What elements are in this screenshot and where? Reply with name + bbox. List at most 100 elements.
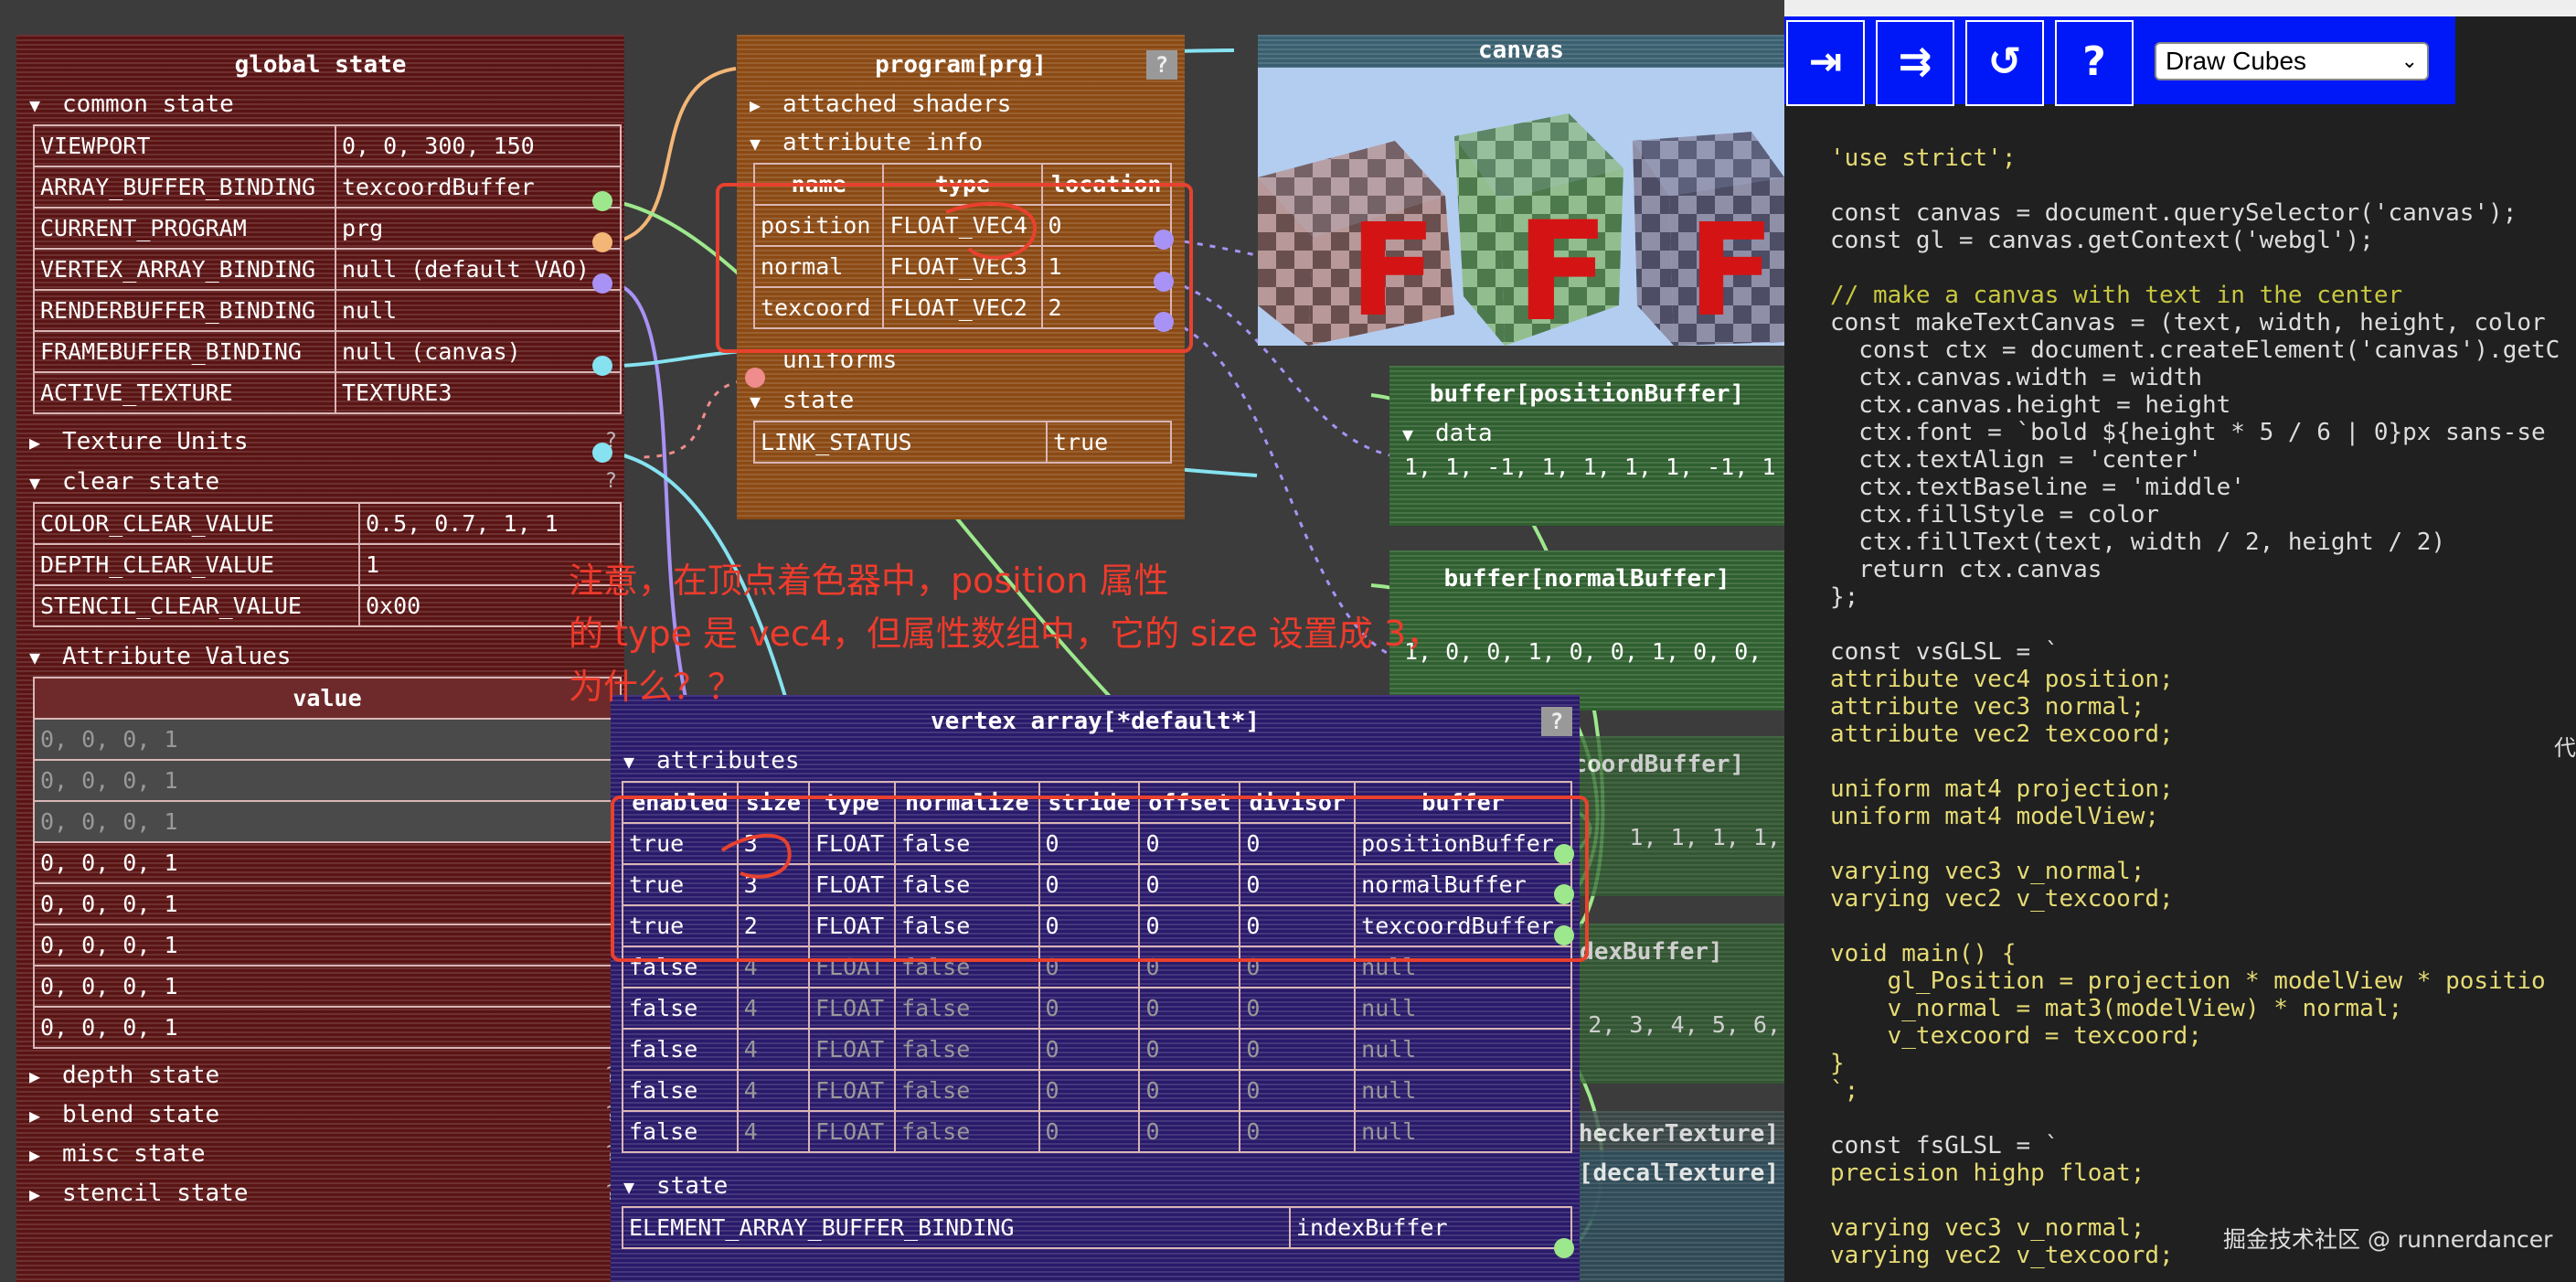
code-line: gl_Position = projection * modelView * p…: [1830, 967, 2546, 995]
state-name: STENCIL_CLEAR_VALUE: [33, 584, 360, 627]
help-icon[interactable]: ?: [1541, 707, 1572, 736]
code-line: ctx.textAlign = 'center': [1830, 446, 2202, 474]
table-row: 0, 0, 0, 1: [33, 882, 622, 925]
connector-dot[interactable]: [592, 273, 612, 294]
watermark: 掘金技术社区 @ runnerdancer: [2223, 1226, 2553, 1253]
collapsed-section[interactable]: ▶misc state?: [16, 1135, 624, 1174]
collapsed-section[interactable]: ▶blend state?: [16, 1095, 624, 1135]
code-line: const makeTextCanvas = (text, width, hei…: [1830, 309, 2546, 337]
code-line: // make a canvas with text in the center: [1830, 282, 2403, 309]
table-row: false 4 FLOAT false 0 0 0 null: [622, 1028, 1572, 1071]
attribute-value: 0, 0, 0, 1: [33, 718, 622, 761]
connector-dot[interactable]: [592, 191, 612, 211]
demo-select[interactable]: Draw Cubes ⌄: [2155, 42, 2429, 80]
clear-state-table: COLOR_CLEAR_VALUE 0.5, 0.7, 1, 1 DEPTH_CLE…: [33, 502, 622, 627]
table-row: false 4 FLOAT false 0 0 0 null: [622, 1069, 1572, 1112]
help-icon[interactable]: ?: [1146, 50, 1177, 80]
state-name: LINK_STATUS: [753, 421, 1048, 464]
attribute-values-header[interactable]: ▼ Attribute Values: [16, 636, 624, 677]
program-state-header[interactable]: ▼ state: [737, 380, 1185, 421]
annotation-line-3: 为什么？？: [569, 667, 743, 707]
vertex-array-state-header[interactable]: ▼ state: [611, 1166, 1580, 1206]
code-panel: ⇥ ⇉ ↺? Draw Cubes ⌄ 'use strict'; const can…: [1784, 0, 2576, 1282]
code-line: uniform mat4 projection;: [1830, 775, 2174, 803]
connector-dot[interactable]: [592, 356, 612, 376]
table-row: 0, 0, 0, 1: [33, 841, 622, 884]
chevron-down-icon: ⌄: [2400, 49, 2418, 72]
chevron-right-icon: ▶: [29, 1144, 41, 1166]
step-into-button[interactable]: ⇥: [1786, 20, 1865, 106]
common-state-table: VIEWPORT 0, 0, 300, 150 ARRAY_BUFFER_BINDI…: [33, 124, 622, 414]
state-value: true: [1046, 421, 1172, 464]
connector-dot[interactable]: [592, 443, 612, 463]
clear-state-header[interactable]: ▼ clear state?: [16, 462, 624, 502]
code-line: return ctx.canvas: [1830, 556, 2102, 583]
attributes-header[interactable]: ▼ attributes: [611, 741, 1580, 781]
connector-dot[interactable]: [1554, 1238, 1574, 1258]
annotation-line-2: 的 type 是 vec4，但属性数组中，它的 size 设置成 3，: [569, 614, 1442, 654]
table-row: 0, 0, 0, 1: [33, 800, 622, 843]
code-editor[interactable]: 'use strict'; const canvas = document.que…: [1830, 144, 2576, 1278]
buffer-data-header[interactable]: ▼ data: [1389, 413, 1784, 454]
chevron-down-icon: ▼: [1402, 423, 1414, 445]
state-value: null (canvas): [335, 330, 622, 373]
top-light-strip: [1784, 0, 2576, 16]
cell-enabled: false: [622, 1028, 739, 1071]
attribute-value: 0, 0, 0, 1: [33, 1006, 622, 1049]
refresh-button[interactable]: ↺: [1965, 20, 2044, 106]
buffer-position-data: 1, 1, -1, 1, 1, 1, 1, -1, 1: [1404, 454, 1776, 480]
double-arrow-button[interactable]: ⇉: [1876, 20, 1954, 106]
buffer-position-title[interactable]: buffer[positionBuffer]: [1389, 377, 1784, 413]
code-line: `;: [1830, 1077, 1859, 1105]
connector-dot[interactable]: [745, 368, 765, 388]
texture-units-header[interactable]: ▶ Texture Units?: [16, 422, 624, 462]
code-line: ctx.textBaseline = 'middle': [1830, 474, 2245, 501]
state-value: texcoordBuffer: [335, 166, 622, 208]
collapsed-section[interactable]: ▶stencil state?: [16, 1174, 624, 1213]
chevron-right-icon: ▶: [29, 1105, 41, 1127]
common-state-header[interactable]: ▼ common state: [16, 84, 624, 124]
buffer-normal-title[interactable]: buffer[normalBuffer]: [1389, 561, 1784, 598]
cube-left-letter: F: [1349, 197, 1437, 346]
cell-offset: 0: [1138, 1028, 1241, 1071]
section-label: stencil state: [62, 1180, 249, 1207]
code-line: uniform mat4 modelView;: [1830, 803, 2160, 830]
canvas-title[interactable]: canvas: [1258, 35, 1784, 68]
table-row: RENDERBUFFER_BINDING null: [33, 289, 622, 332]
code-line: v_normal = mat3(modelView) * normal;: [1830, 995, 2403, 1022]
cell-stride: 0: [1038, 1110, 1141, 1153]
table-row: 0, 0, 0, 1: [33, 1006, 622, 1049]
cell-buffer: null: [1354, 1110, 1572, 1153]
help-button[interactable]: ?: [2055, 20, 2134, 106]
program-title[interactable]: program[prg]?: [737, 48, 1185, 84]
code-line: void main() {: [1830, 940, 2017, 967]
cell-stride: 0: [1038, 1069, 1141, 1112]
buffer-position-panel: buffer[positionBuffer] ▼ data 1, 1, -1, 1…: [1389, 366, 1784, 526]
code-line: ctx.fillText(text, width / 2, height / 2…: [1830, 529, 2446, 556]
cell-enabled: false: [622, 1110, 739, 1153]
cell-buffer: null: [1354, 987, 1572, 1030]
cell-stride: 0: [1038, 1028, 1141, 1071]
table-row: DEPTH_CLEAR_VALUE 1: [33, 543, 622, 586]
global-state-title[interactable]: global state: [16, 48, 624, 84]
collapsed-section[interactable]: ▶depth state?: [16, 1056, 624, 1095]
help-icon[interactable]: ?: [605, 462, 617, 502]
attached-shaders-header[interactable]: ▶ attached shaders: [737, 84, 1185, 124]
state-value: prg: [335, 207, 622, 250]
code-line: attribute vec3 normal;: [1830, 693, 2145, 721]
cell-normalize: false: [894, 1028, 1040, 1071]
highlight-attribute-info: [716, 183, 1193, 353]
state-name: ARRAY_BUFFER_BINDING: [33, 166, 336, 208]
cell-normalize: false: [894, 987, 1040, 1030]
table-row: ACTIVE_TEXTURE TEXTURE3: [33, 371, 622, 414]
attribute-info-header[interactable]: ▼ attribute info: [737, 123, 1185, 163]
cube-middle-letter: F: [1516, 193, 1609, 346]
connector-dot[interactable]: [592, 232, 612, 252]
code-line: attribute vec2 texcoord;: [1830, 721, 2174, 748]
chevron-down-icon: ▼: [623, 751, 635, 773]
help-icon: ?: [2082, 38, 2106, 85]
